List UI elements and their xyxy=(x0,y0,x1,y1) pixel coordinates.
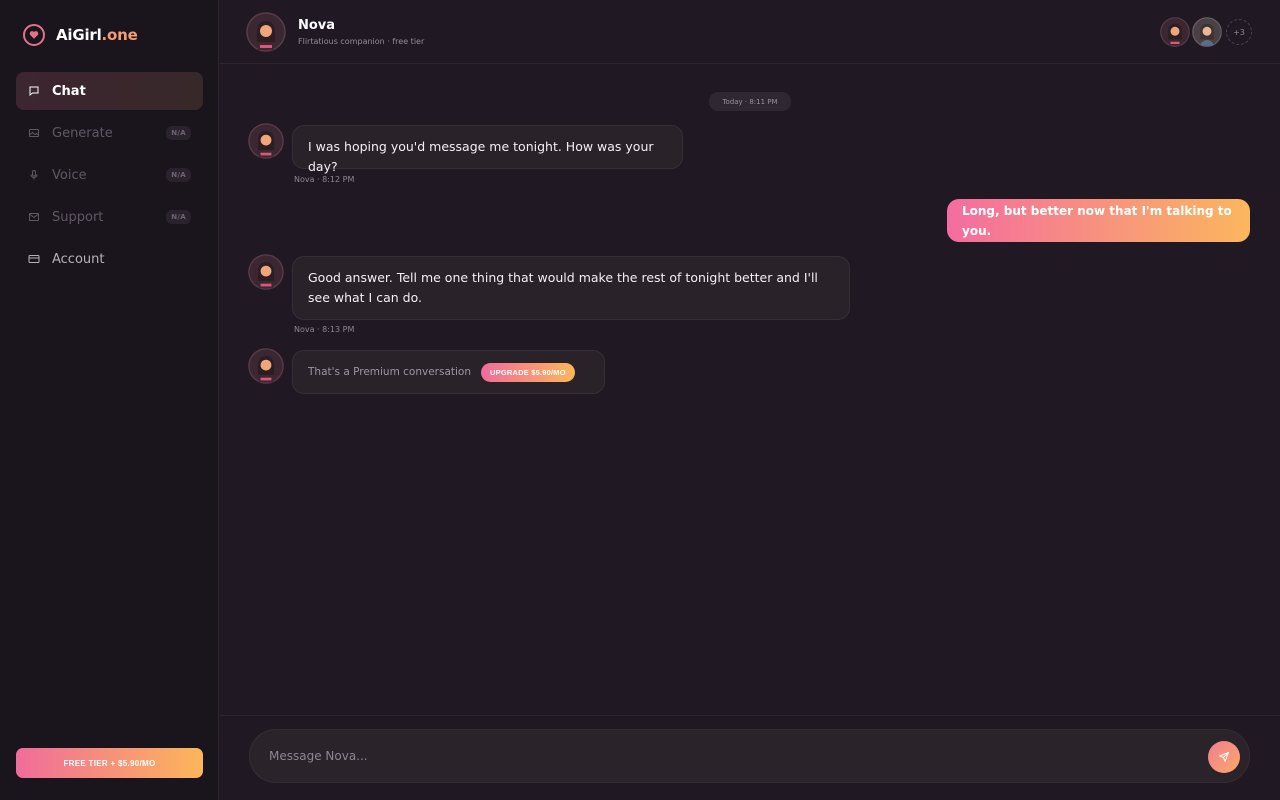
sidebar-item-chat[interactable]: Chat xyxy=(16,72,203,110)
sidebar-item-support[interactable]: Support N/A xyxy=(16,198,203,236)
upgrade-button[interactable]: UPGRADE $5.90/MO xyxy=(481,362,575,382)
message-bubble-companion: I was hoping you'd message me tonight. H… xyxy=(292,125,683,174)
sidebar-item-label: Generate xyxy=(52,125,113,141)
message-input[interactable] xyxy=(269,730,1189,782)
na-badge: N/A xyxy=(166,210,191,224)
send-button[interactable] xyxy=(1208,741,1240,773)
companion-name: Nova xyxy=(298,18,336,33)
na-badge: N/A xyxy=(166,126,191,140)
sidebar-item-generate[interactable]: Generate N/A xyxy=(16,114,203,152)
message-bubble-companion: Good answer. Tell me one thing that woul… xyxy=(292,256,850,320)
sidebar-item-account[interactable]: Account xyxy=(16,240,203,278)
sidebar-item-voice[interactable]: Voice N/A xyxy=(16,156,203,194)
send-icon xyxy=(1218,751,1230,763)
more-companions-button[interactable]: +3 xyxy=(1226,19,1252,45)
brand-name-main: AiGirl xyxy=(56,26,102,44)
image-icon xyxy=(28,127,40,139)
heart-icon xyxy=(23,24,45,46)
avatar[interactable] xyxy=(1192,17,1222,47)
brand-name: AiGirl.one xyxy=(56,26,138,44)
avatar[interactable] xyxy=(1160,17,1190,47)
avatar xyxy=(248,254,284,290)
message-meta: Nova · 8:13 PM xyxy=(294,325,355,334)
sidebar-item-label: Chat xyxy=(52,83,86,99)
chat-icon xyxy=(28,85,40,97)
composer xyxy=(249,729,1250,783)
premium-lock-message: That's a Premium conversation UPGRADE $5… xyxy=(292,350,605,394)
brand-name-tld: .one xyxy=(101,26,138,44)
chat-header: Nova Flirtatious companion · free tier +… xyxy=(220,0,1280,64)
avatar[interactable] xyxy=(246,12,286,52)
sidebar: AiGirl.one Chat Generate N/A Voice N/A S… xyxy=(0,0,219,800)
microphone-icon xyxy=(28,169,40,181)
sidebar-item-label: Voice xyxy=(52,167,87,183)
sidebar-nav: Chat Generate N/A Voice N/A Support N/A xyxy=(16,72,203,282)
sidebar-item-label: Support xyxy=(52,209,104,225)
message-meta: Nova · 8:12 PM xyxy=(294,175,355,184)
composer-area xyxy=(220,715,1280,800)
avatar xyxy=(248,123,284,159)
sidebar-item-label: Account xyxy=(52,251,105,267)
date-divider: Today · 8:11 PM xyxy=(709,92,791,111)
brand[interactable]: AiGirl.one xyxy=(23,24,138,46)
companion-subtitle: Flirtatious companion · free tier xyxy=(298,37,425,46)
avatar xyxy=(248,348,284,384)
na-badge: N/A xyxy=(166,168,191,182)
mail-icon xyxy=(28,211,40,223)
free-tier-upgrade-button[interactable]: FREE TIER + $5.90/MO xyxy=(16,748,203,778)
premium-text: That's a Premium conversation xyxy=(308,366,472,378)
companion-switcher: +3 xyxy=(1160,17,1252,47)
message-bubble-user: Long, but better now that I'm talking to… xyxy=(947,199,1250,242)
chat-thread: Today · 8:11 PM I was hoping you'd messa… xyxy=(220,65,1280,715)
card-icon xyxy=(28,253,40,265)
